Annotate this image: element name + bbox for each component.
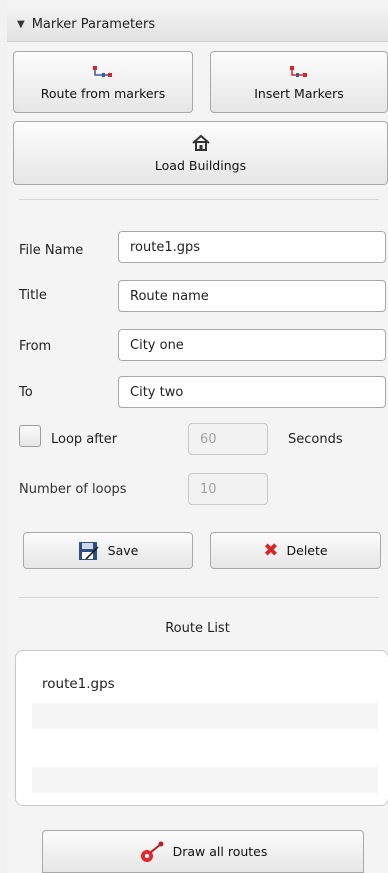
from-input[interactable]: City one: [118, 329, 386, 361]
route-list-item-label: route1.gps: [42, 676, 115, 692]
seconds-label: Seconds: [288, 432, 343, 447]
delete-button[interactable]: ✖ Delete: [210, 532, 381, 569]
loop-seconds-input[interactable]: 60: [188, 423, 268, 455]
loop-after-checkbox[interactable]: [19, 425, 41, 447]
red-x-icon: ✖: [263, 539, 279, 561]
file-name-label: File Name: [19, 243, 84, 258]
divider: [19, 199, 379, 200]
loop-after-label: Loop after: [51, 432, 118, 447]
file-name-input[interactable]: route1.gps: [118, 231, 386, 263]
title-input[interactable]: Route name: [118, 280, 386, 312]
insert-markers-label: Insert Markers: [254, 85, 344, 101]
insert-markers-button[interactable]: Insert Markers: [210, 51, 388, 113]
list-item-empty: [32, 767, 378, 793]
floppy-icon: [78, 541, 99, 560]
house-icon: [191, 134, 210, 151]
draw-all-routes-label: Draw all routes: [172, 844, 268, 859]
number-of-loops-input[interactable]: 10: [188, 473, 268, 505]
list-item-empty: [32, 703, 378, 729]
divider: [19, 597, 379, 598]
draw-all-routes-button[interactable]: Draw all routes: [42, 830, 364, 873]
section-header[interactable]: ▼ Marker Parameters: [7, 7, 388, 42]
load-buildings-button[interactable]: Load Buildings: [13, 121, 388, 185]
route-from-markers-label: Route from markers: [40, 85, 166, 101]
from-label: From: [19, 339, 52, 354]
delete-label: Delete: [286, 543, 328, 558]
route-list[interactable]: route1.gps: [15, 650, 388, 806]
save-button[interactable]: Save: [23, 532, 193, 569]
route-icon: [93, 65, 112, 77]
to-label: To: [19, 385, 33, 400]
route-from-markers-button[interactable]: Route from markers: [13, 51, 193, 113]
marker-parameters-panel: ▼ Marker Parameters Route from markers I…: [7, 0, 388, 873]
title-label: Title: [19, 288, 47, 303]
load-buildings-label: Load Buildings: [154, 157, 247, 173]
section-title: Marker Parameters: [31, 16, 156, 32]
number-of-loops-label: Number of loops: [19, 482, 127, 497]
markers-icon: [290, 65, 307, 77]
to-input[interactable]: City two: [118, 376, 386, 408]
route-list-title: Route List: [165, 621, 230, 636]
pin-icon: [140, 841, 164, 862]
save-label: Save: [107, 543, 139, 558]
triangle-down-icon[interactable]: ▼: [17, 19, 25, 30]
list-item[interactable]: route1.gps: [32, 671, 378, 697]
